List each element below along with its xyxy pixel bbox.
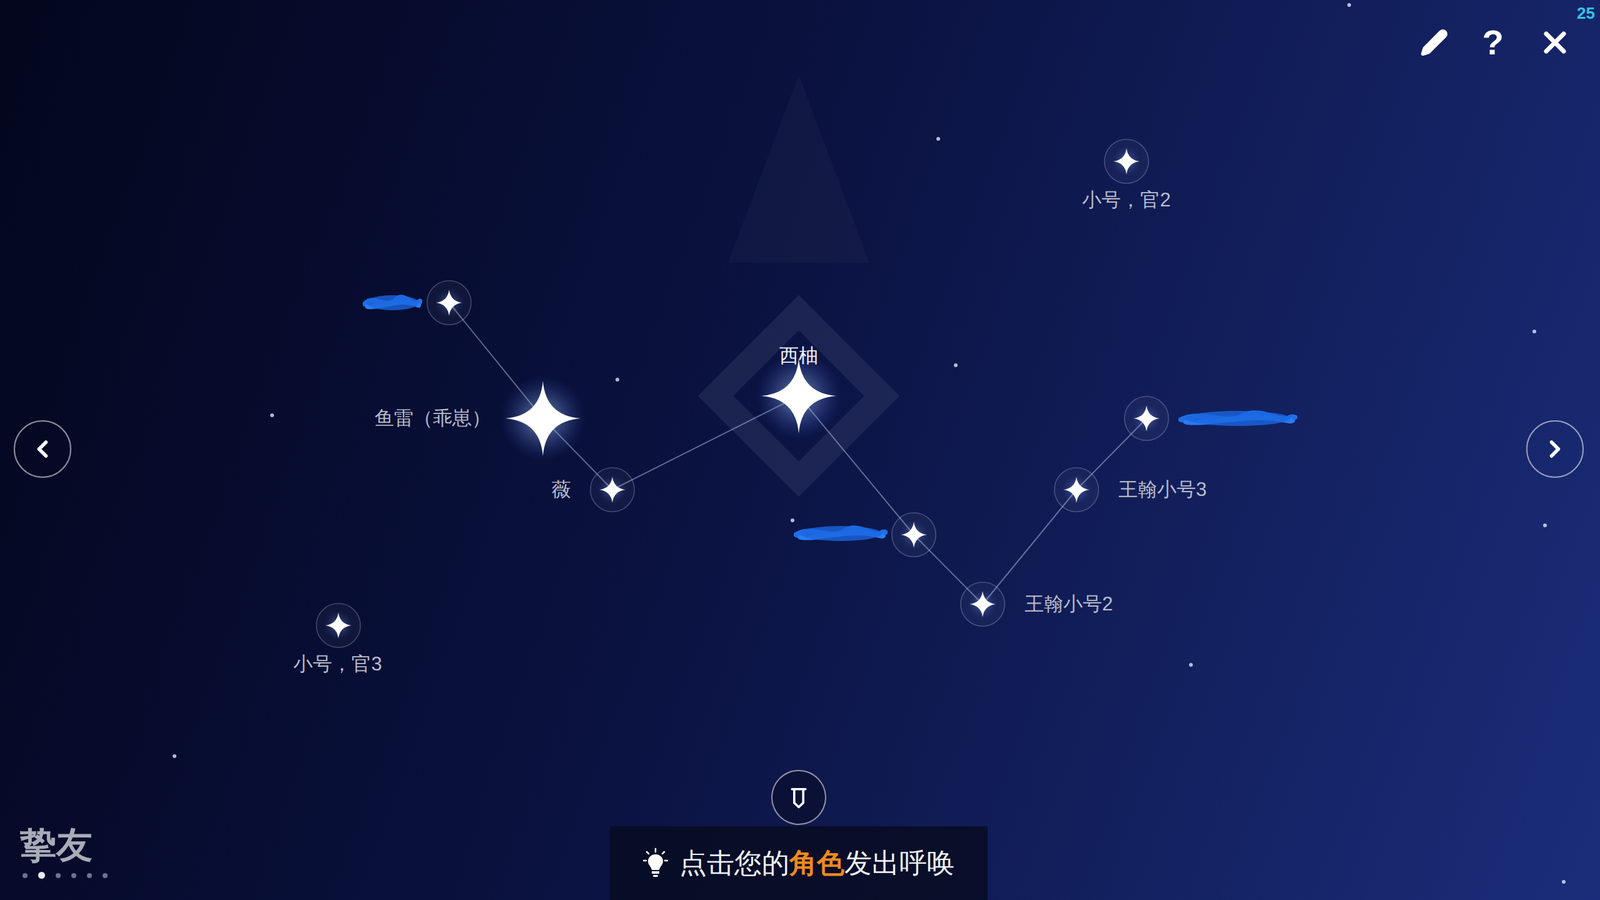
help-button[interactable]: ? (1479, 25, 1507, 61)
page-dot[interactable] (86, 873, 92, 879)
friend-label: 薇 (551, 477, 572, 503)
redacted-label (1178, 405, 1298, 431)
redacted-scribble-icon (1178, 405, 1298, 431)
counter: 25 (1576, 5, 1595, 22)
star-icon (496, 371, 590, 466)
page-dots (20, 871, 108, 879)
prev-page-button[interactable] (13, 420, 72, 478)
friend-star[interactable] (1101, 136, 1152, 187)
toolbar: ? (1419, 25, 1573, 61)
page-dot[interactable] (22, 873, 28, 879)
friend-label: 王翰小号3 (1118, 477, 1207, 503)
constellation-lines (0, 0, 1600, 900)
friend-star[interactable] (1121, 393, 1172, 444)
friend-star[interactable] (313, 600, 364, 651)
hint-text-part: 发出呼唤 (844, 847, 955, 879)
bottom-hint-area: 点击您的角色发出呼唤 (609, 769, 988, 900)
friend-label: 小号，官3 (293, 651, 382, 677)
hint-text-part: 点击您的 (679, 847, 790, 879)
page-dot[interactable] (38, 871, 46, 879)
hint-text-part: 角色 (789, 847, 845, 879)
star-icon (957, 579, 1008, 630)
friend-label: 西柚 (779, 343, 819, 369)
star-icon (1101, 136, 1152, 187)
redacted-label (793, 521, 888, 547)
hint-bar: 点击您的角色发出呼唤 (609, 826, 988, 900)
star-icon (313, 600, 364, 651)
friend-label: 王翰小号2 (1024, 591, 1113, 617)
star-icon (1121, 393, 1172, 444)
friend-star[interactable] (424, 277, 475, 328)
star-icon (1051, 464, 1102, 515)
star-icon (424, 277, 475, 328)
page-title: 挚友 (20, 826, 108, 864)
page-dot[interactable] (71, 873, 77, 879)
call-button[interactable] (771, 769, 827, 826)
redacted-label (362, 290, 423, 316)
friend-star[interactable] (888, 509, 939, 560)
lightbulb-icon (643, 847, 669, 879)
page-dot[interactable] (55, 873, 61, 879)
star-icon (888, 509, 939, 560)
close-button[interactable] (1537, 25, 1573, 61)
friend-star[interactable] (957, 579, 1008, 630)
friend-star[interactable] (496, 371, 590, 466)
page-dot[interactable] (102, 873, 108, 879)
friend-star[interactable] (587, 464, 638, 515)
chevron-right-icon (1541, 435, 1569, 463)
friend-label: 小号，官2 (1082, 187, 1171, 213)
chevron-left-icon (28, 435, 57, 463)
next-page-button[interactable] (1526, 420, 1584, 478)
friend-label: 鱼雷（乖崽） (374, 405, 492, 431)
hint-text: 点击您的角色发出呼唤 (679, 845, 955, 881)
gate-down-icon (783, 782, 814, 813)
page-indicator: 挚友 (20, 826, 108, 879)
redacted-scribble-icon (793, 521, 888, 547)
star-icon (587, 464, 638, 515)
edit-button[interactable] (1419, 28, 1449, 57)
friend-star[interactable] (1051, 464, 1102, 515)
friend-constellation-screen: 鱼雷（乖崽） 薇 西柚王翰小号2 王翰小号3 小号，官2 小号，官3 25? 挚友点击您的角色… (0, 0, 1600, 900)
close-icon (1537, 25, 1573, 61)
redacted-scribble-icon (362, 290, 423, 316)
pencil-icon (1419, 28, 1449, 57)
